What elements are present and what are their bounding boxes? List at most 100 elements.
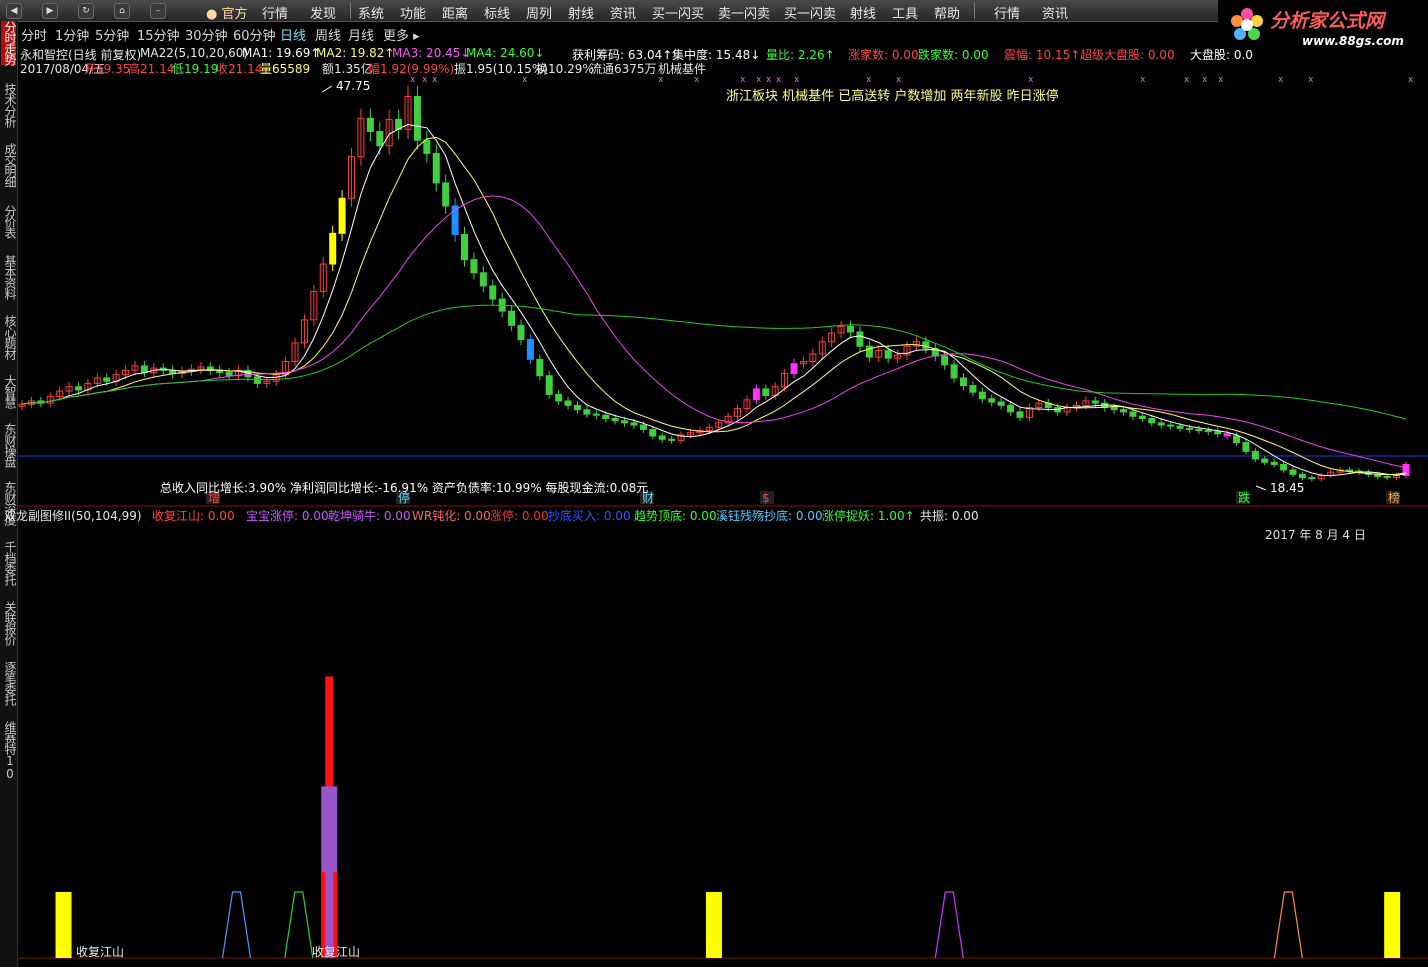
candle-body [140,365,148,373]
event-marker: x [866,75,872,85]
menu-item-4[interactable]: 功能 [400,3,426,22]
menu-item-17[interactable]: 资讯 [1042,3,1068,22]
indicator-bar-0 [55,892,72,958]
candle-body [376,130,384,147]
left-tab-2[interactable]: 成交明细 [1,143,17,187]
menu-item-14[interactable]: 工具 [892,3,918,22]
candle-body [1195,428,1203,432]
candle-body [1007,404,1015,413]
low-pointer [1255,485,1267,491]
quote-label-1: 开19.35 [84,62,131,76]
menu-item-9[interactable]: 资讯 [610,3,636,22]
left-tab-7[interactable]: 东财操盘 [1,423,17,467]
candle-body [1242,442,1250,452]
fundamentals-line: 总收入同比增长:3.90% 净利润同比增长:-16.91% 资产负债率:10.9… [160,481,649,495]
menu-item-7[interactable]: 周列 [526,3,552,22]
candle-body [508,310,516,326]
menu-item-11[interactable]: 卖一闪卖 [718,3,770,22]
menu-item-10[interactable]: 买一闪买 [652,3,704,22]
candle-body [1383,476,1391,479]
candle-body [536,358,544,377]
candle-body [649,428,657,437]
indicator-item-3: WR钝化: 0.00 [412,509,491,523]
candle-body [611,417,619,422]
stat-label-7: 大盘股: 0.0 [1190,48,1253,62]
indicator-spike-1 [221,891,252,959]
left-tab-0[interactable]: 分时走势 [1,21,17,65]
quote-label-2: 高21.14 [128,62,175,76]
ma2-line [21,136,1407,476]
candle-body [1185,427,1193,430]
candle-body [639,424,647,430]
logo-title: 分析家公式网 [1270,10,1385,32]
menu-item-5[interactable]: 距离 [442,3,468,22]
ma-label-0: MA22(5,10,20,60) [140,46,249,60]
indicator-item-7: 溪钰残殇抄底: 0.00 [716,509,823,523]
left-tab-4[interactable]: 基本资料 [1,255,17,299]
candle-body [630,422,638,426]
candle-body [1120,409,1128,413]
candle-body [941,355,949,366]
kline-chart[interactable]: 47.7518.45x x x x x x x x x x x x x x x x x x x x x增停财 $ 跌榜收复江… [18,42,1428,967]
indicator-item-8: 涨停捉妖: 1.00↑ [822,509,915,523]
candle-body [1167,424,1175,427]
menu-item-16[interactable]: 行情 [994,3,1020,22]
indicator-item-2: 乾坤骑牛: 0.00 [328,509,411,523]
candle-body [1110,407,1118,411]
indicator-red-cap [325,676,334,787]
candle-body [1289,469,1297,475]
menu-item-0[interactable]: ● 官方 [206,3,247,22]
indicator-spike-6 [934,891,964,959]
candle-body [988,398,996,403]
indicator-spike-2 [284,891,314,959]
left-tab-3[interactable]: 分价表 [1,205,17,238]
candle-body [922,341,930,349]
candle-body [1214,431,1222,435]
forward-icon[interactable]: ▶ [42,3,58,19]
left-tab-12[interactable]: 维赛特10 [1,721,17,780]
candle-body [583,409,591,415]
left-tab-10[interactable]: 关联报价 [1,601,17,645]
menu-item-13[interactable]: 射线 [850,3,876,22]
marker-badge-3: $ [762,491,770,505]
candle-body [103,377,111,382]
stat-label-6: 超级大盘股: 0.00 [1080,48,1175,62]
back-icon[interactable]: ◀ [6,3,22,19]
left-tab-5[interactable]: 核心题材 [1,315,17,359]
left-tab-6[interactable]: 大智慧 [1,375,17,408]
quote-label-4: 收21.14 [216,62,263,76]
event-marker: x [776,75,782,85]
menu-item-2[interactable]: 发现 [310,3,336,22]
stat-label-2: 量比: 2.26↑ [766,48,835,62]
candle-body [1233,435,1241,444]
home-icon[interactable]: ⌂ [114,3,130,19]
menu-item-1[interactable]: 行情 [262,3,288,22]
candle-body [1091,400,1099,404]
candle-body [74,386,82,391]
left-tab-11[interactable]: 逐笔委托 [1,661,17,705]
left-tab-1[interactable]: 技术分析 [1,83,17,127]
candle-body [517,324,525,341]
candle-body [1270,461,1278,465]
candle-body [959,377,967,387]
candle-body [950,364,958,379]
menu-item-3[interactable]: 系统 [358,3,384,22]
refresh-icon[interactable]: ↻ [78,3,94,19]
candle-body [658,435,666,440]
indicator-bottom-label-1: 收复江山 [312,945,360,959]
menu-bar: ◀ ▶ ↻ ⌂ – ● 官方 行情 发现 系统 功能 距离 标线 周列 射线 资讯 买一闪买 卖一闪卖 买一闪卖射… [0,0,1428,22]
candle-body [1157,422,1165,426]
menu-item-6[interactable]: 标线 [484,3,510,22]
indicator-spike-7 [1273,891,1303,959]
indicator-bar-8 [1384,892,1401,958]
left-tab-bar: 分时走势 技术分析 成交明细 分价表 基本资料 核心题材 大智慧 东财操盘 东财深度 千档委托 关联… [0,21,18,967]
menu-item-8[interactable]: 射线 [568,3,594,22]
left-tab-9[interactable]: 千档委托 [1,541,17,585]
minimize-icon[interactable]: – [150,3,166,19]
candle-body [432,152,440,184]
menu-item-12[interactable]: 买一闪卖 [784,3,836,22]
candle-body [1138,415,1146,419]
candle-body [1016,411,1024,418]
marker-badge-5: 榜 [1388,490,1400,505]
menu-item-15[interactable]: 帮助 [934,3,960,22]
